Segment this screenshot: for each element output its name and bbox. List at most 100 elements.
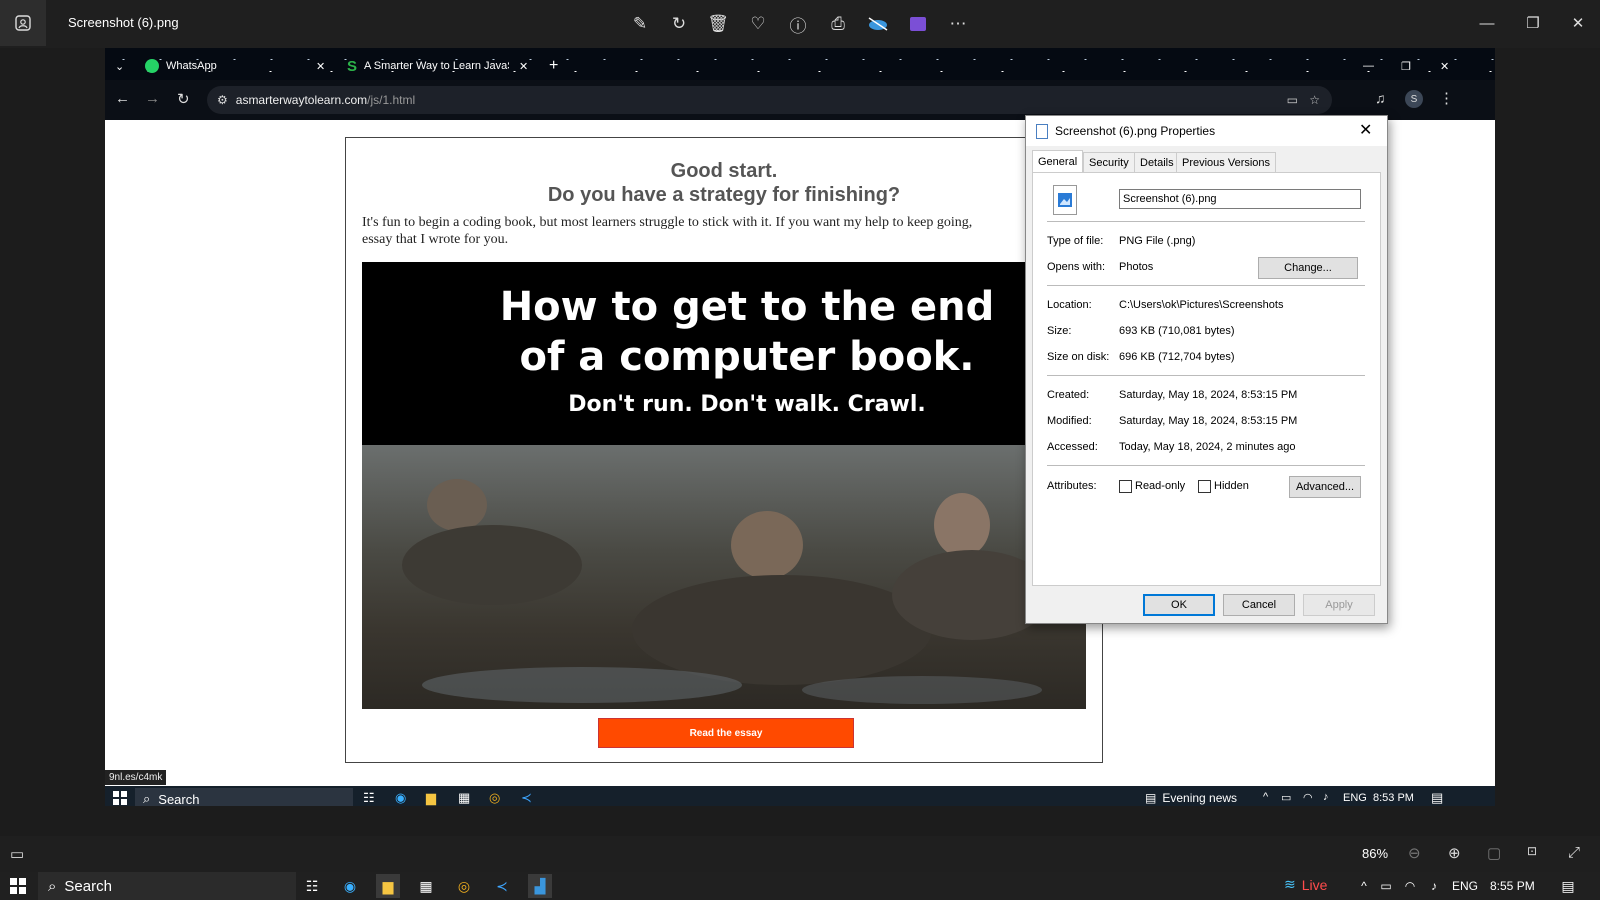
clock[interactable]: 8:53 PM: [1373, 792, 1414, 804]
address-bar[interactable]: ⚙ asmarterwaytolearn.com /js/1.html ▭ ☆: [207, 86, 1332, 114]
type-value: PNG File (.png): [1119, 235, 1196, 247]
zoom-level: 86%: [1362, 846, 1389, 861]
start-icon[interactable]: [6, 874, 30, 898]
fullscreen-icon[interactable]: ⤢: [1568, 844, 1580, 861]
cancel-button[interactable]: Cancel: [1223, 594, 1295, 616]
live-widget[interactable]: ≋ Live: [1284, 876, 1327, 893]
taskbar-search-box[interactable]: ⌕ Search: [38, 872, 296, 900]
photos-icon[interactable]: ▟: [528, 874, 552, 898]
readonly-label[interactable]: Read-only: [1135, 480, 1185, 492]
reload-icon[interactable]: ↻: [177, 90, 190, 108]
close-tab-icon[interactable]: ✕: [519, 52, 531, 80]
close-icon[interactable]: ✕: [1563, 8, 1593, 38]
forward-icon[interactable]: →: [145, 90, 160, 107]
hidden-label[interactable]: Hidden: [1214, 480, 1249, 492]
apply-button[interactable]: Apply: [1303, 594, 1375, 616]
tab-general[interactable]: General: [1032, 150, 1084, 173]
news-widget[interactable]: ▤ Evening news: [1145, 791, 1237, 805]
edit-icon[interactable]: ✎: [628, 12, 652, 36]
print-icon[interactable]: ⎙: [826, 12, 850, 36]
info-icon[interactable]: ⓘ: [786, 12, 810, 36]
tray-chevron-icon[interactable]: ^: [1352, 874, 1376, 898]
modified-value: Saturday, May 18, 2024, 8:53:15 PM: [1119, 415, 1298, 427]
chrome-icon[interactable]: ◎: [452, 874, 476, 898]
tab-asmarterway[interactable]: S A Smarter Way to Learn JavaScr: [347, 52, 532, 80]
edge-icon[interactable]: ◉: [338, 874, 362, 898]
intro-line: It's fun to begin a coding book, but mos…: [362, 215, 973, 230]
bookmark-star-icon[interactable]: ☆: [1309, 93, 1320, 107]
browser-minimize-icon[interactable]: —: [1363, 52, 1377, 80]
more-icon[interactable]: ⋯: [946, 12, 970, 36]
zoom-in-icon[interactable]: ⊕: [1448, 844, 1461, 862]
close-tab-icon[interactable]: ✕: [316, 52, 328, 80]
restore-icon[interactable]: ❐: [1518, 8, 1548, 38]
window-title: Screenshot (6).png: [68, 15, 179, 30]
back-icon[interactable]: ←: [115, 90, 130, 107]
search-icon: ⌕: [143, 791, 151, 806]
language-indicator[interactable]: ENG: [1343, 792, 1367, 804]
photos-app-icon[interactable]: [0, 0, 46, 46]
store-icon[interactable]: ▦: [458, 790, 470, 806]
wifi-icon[interactable]: ◠: [1398, 874, 1422, 898]
browser-close-icon[interactable]: ✕: [1440, 52, 1454, 80]
ok-button[interactable]: OK: [1143, 594, 1215, 616]
favorite-icon[interactable]: ♡: [746, 12, 770, 36]
notifications-icon[interactable]: ▤: [1556, 874, 1580, 898]
hidden-checkbox[interactable]: [1198, 480, 1211, 493]
profile-avatar[interactable]: S: [1405, 90, 1423, 108]
media-icon[interactable]: ♫: [1375, 90, 1386, 106]
filmstrip-icon[interactable]: ▭: [10, 845, 24, 863]
tab-details[interactable]: Details: [1134, 152, 1180, 173]
location-label: Location:: [1047, 299, 1092, 311]
delete-icon[interactable]: 🗑: [706, 12, 730, 36]
language-indicator[interactable]: ENG: [1452, 879, 1478, 893]
tab-security[interactable]: Security: [1083, 152, 1135, 173]
intro-text: It's fun to begin a coding book, but mos…: [362, 214, 1102, 248]
browser-menu-icon[interactable]: ⋮: [1439, 89, 1454, 107]
clock[interactable]: 8:55 PM: [1490, 879, 1535, 893]
notifications-icon[interactable]: ▤: [1431, 790, 1443, 806]
site-info-icon[interactable]: ⚙: [217, 93, 228, 107]
new-tab-icon[interactable]: +: [549, 52, 563, 80]
battery-icon[interactable]: ▭: [1281, 791, 1291, 804]
tray-chevron-icon[interactable]: ^: [1263, 791, 1268, 803]
zoom-out-icon[interactable]: ⊖: [1408, 844, 1421, 862]
tab-whatsapp[interactable]: WhatsApp: [145, 52, 335, 80]
start-icon[interactable]: [113, 791, 127, 806]
task-view-icon[interactable]: ☷: [363, 790, 375, 806]
inner-search-box[interactable]: ⌕ Search: [135, 788, 353, 806]
readonly-checkbox[interactable]: [1119, 480, 1132, 493]
actual-size-icon[interactable]: ⊡: [1527, 844, 1537, 858]
onedrive-icon[interactable]: [866, 12, 890, 36]
tab-previous-versions[interactable]: Previous Versions: [1176, 152, 1277, 173]
vscode-icon[interactable]: ≺: [521, 790, 532, 806]
browser-restore-icon[interactable]: ❐: [1401, 52, 1415, 80]
edge-icon[interactable]: ◉: [395, 790, 406, 806]
fit-window-icon[interactable]: ▢: [1487, 844, 1501, 862]
file-explorer-icon[interactable]: ▆: [376, 874, 400, 898]
cast-off-icon[interactable]: ▭: [1287, 93, 1298, 107]
rotate-icon[interactable]: ↻: [667, 12, 691, 36]
advanced-button[interactable]: Advanced...: [1289, 476, 1361, 498]
url-domain: asmarterwaytolearn.com: [235, 93, 368, 107]
volume-icon[interactable]: ♪: [1323, 791, 1329, 803]
tab-search-icon[interactable]: ⌄: [115, 52, 131, 80]
chrome-icon[interactable]: ◎: [489, 790, 500, 806]
vscode-icon[interactable]: ≺: [490, 874, 514, 898]
tab-label: A Smarter Way to Learn JavaScr: [364, 60, 510, 72]
wifi-icon[interactable]: ◠: [1303, 791, 1313, 804]
task-view-icon[interactable]: ☷: [300, 874, 324, 898]
file-explorer-icon[interactable]: ▆: [426, 790, 436, 806]
read-essay-button[interactable]: Read the essay: [598, 718, 854, 748]
filename-field[interactable]: [1119, 189, 1361, 209]
properties-dialog: Screenshot (6).png Properties ✕ General …: [1025, 115, 1388, 624]
size-on-disk-value: 696 KB (712,704 bytes): [1119, 351, 1235, 363]
dialog-close-icon[interactable]: ✕: [1359, 120, 1372, 140]
battery-icon[interactable]: ▭: [1374, 874, 1398, 898]
clipchamp-icon[interactable]: [906, 12, 930, 36]
minimize-icon[interactable]: —: [1472, 8, 1502, 38]
file-icon: [1036, 124, 1048, 139]
change-button[interactable]: Change...: [1258, 257, 1358, 279]
volume-icon[interactable]: ♪: [1422, 874, 1446, 898]
store-icon[interactable]: ▦: [414, 874, 438, 898]
